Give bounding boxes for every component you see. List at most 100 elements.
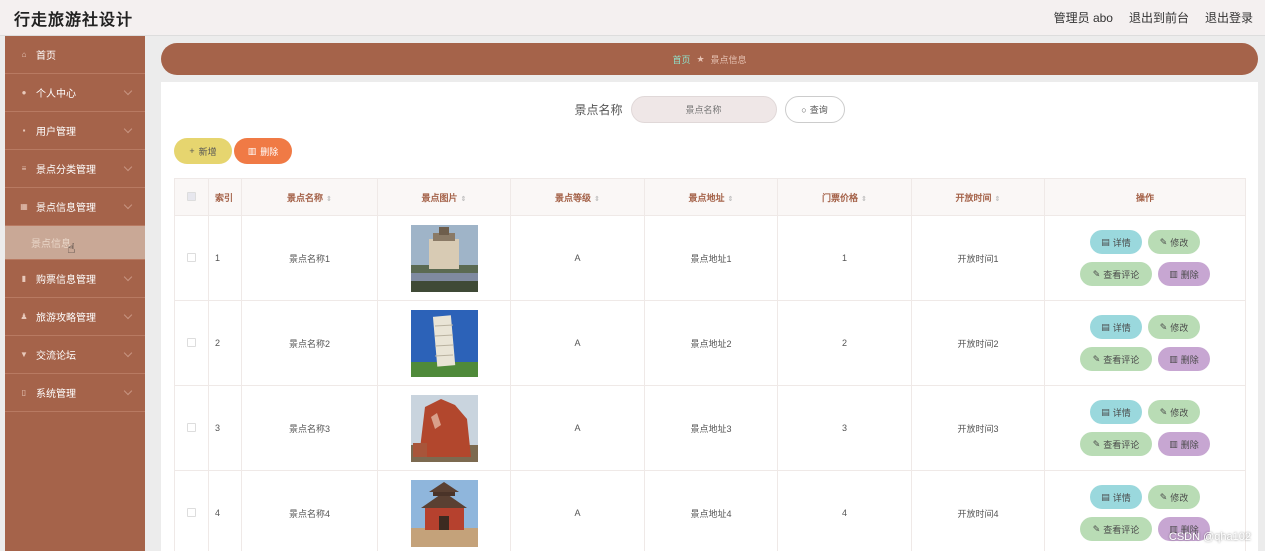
sidebar-item-label: 用户管理 <box>36 127 76 138</box>
top-header: 行走旅游社设计 管理员 abo 退出到前台 退出登录 <box>0 0 1265 36</box>
sidebar-item-guides[interactable]: ♟ 旅游攻略管理 <box>5 298 145 336</box>
view-comments-button[interactable]: ✎ 查看评论 <box>1080 262 1152 286</box>
sidebar-item-label: 旅游攻略管理 <box>36 313 96 324</box>
pencil-icon: ✎ <box>1092 438 1101 449</box>
column-header-image[interactable]: 景点图片 ⇕ <box>377 178 511 216</box>
table-row: 2 景点名称2 A 景点地址2 2 开放时间2 ▤ 详情 ✎ 修改 ✎ 查看评论… <box>174 300 1246 386</box>
sidebar-item-label: 景点信息管理 <box>36 203 96 214</box>
edit-button[interactable]: ✎ 修改 <box>1148 400 1200 424</box>
cell-image <box>377 215 511 301</box>
breadcrumb: 首页 ★ 景点信息 <box>161 43 1258 75</box>
view-comments-button[interactable]: ✎ 查看评论 <box>1080 517 1152 541</box>
detail-button[interactable]: ▤ 详情 <box>1090 485 1142 509</box>
row-checkbox[interactable] <box>174 215 209 301</box>
column-header-name[interactable]: 景点名称 ⇕ <box>241 178 378 216</box>
delete-row-button[interactable]: ▥ 删除 <box>1158 432 1210 456</box>
cell-level: A <box>510 385 645 471</box>
search-button[interactable]: ○ 查询 <box>784 96 845 123</box>
detail-button[interactable]: ▤ 详情 <box>1090 230 1142 254</box>
document-icon: ▤ <box>1101 406 1110 417</box>
add-button[interactable]: + 新增 <box>174 138 232 164</box>
batch-delete-button[interactable]: ▥ 删除 <box>234 138 292 164</box>
edit-button[interactable]: ✎ 修改 <box>1148 230 1200 254</box>
table-header-row: 索引 景点名称 ⇕ 景点图片 ⇕ 景点等级 ⇕ 景点地址 ⇕ 门票价格 ⇕ 开放时间 ⇕ 操… <box>174 178 1246 216</box>
detail-button[interactable]: ▤ 详情 <box>1090 400 1142 424</box>
sidebar-item-categories[interactable]: ≡ 景点分类管理 <box>5 150 145 188</box>
cell-name: 景点名称3 <box>241 385 378 471</box>
cell-name: 景点名称1 <box>241 215 378 301</box>
plus-icon: + <box>189 146 195 156</box>
search-button-label: 查询 <box>809 105 828 115</box>
edit-button[interactable]: ✎ 修改 <box>1148 485 1200 509</box>
hand-cursor-icon: ☝ <box>67 240 76 256</box>
column-header-open-time[interactable]: 开放时间 ⇕ <box>911 178 1045 216</box>
edit-button[interactable]: ✎ 修改 <box>1148 315 1200 339</box>
row-checkbox[interactable] <box>174 300 209 386</box>
sidebar-item-forum[interactable]: ▼ 交流论坛 <box>5 336 145 374</box>
cell-level: A <box>510 215 645 301</box>
breadcrumb-home[interactable]: 首页 <box>672 53 690 66</box>
pencil-icon: ✎ <box>1159 406 1168 417</box>
cell-address: 景点地址4 <box>644 470 778 551</box>
select-all-checkbox[interactable] <box>174 178 209 216</box>
row-checkbox[interactable] <box>174 470 209 551</box>
cell-actions: ▤ 详情 ✎ 修改 ✎ 查看评论 ▥ 删除 <box>1044 300 1246 386</box>
sidebar-item-users[interactable]: ▪ 用户管理 <box>5 112 145 150</box>
sidebar-item-label: 首页 <box>36 51 56 62</box>
view-comments-button[interactable]: ✎ 查看评论 <box>1080 432 1152 456</box>
search-input[interactable] <box>630 96 777 123</box>
add-button-label: 新增 <box>198 146 217 157</box>
trash-icon: ▥ <box>1169 438 1178 449</box>
filter-icon: ▼ <box>20 350 28 359</box>
sidebar-item-home[interactable]: ⌂ 首页 <box>5 36 145 74</box>
watermark: CSDN @qha102 <box>1168 531 1251 543</box>
scenic-table: 索引 景点名称 ⇕ 景点图片 ⇕ 景点等级 ⇕ 景点地址 ⇕ 门票价格 ⇕ 开放时间 ⇕ 操… <box>174 178 1246 551</box>
column-header-level[interactable]: 景点等级 ⇕ <box>510 178 645 216</box>
exit-to-front-link[interactable]: 退出到前台 <box>1129 9 1189 26</box>
sort-icon: ⇕ <box>994 195 1001 203</box>
chevron-down-icon <box>123 200 133 210</box>
cell-level: A <box>510 470 645 551</box>
grid-icon: ▦ <box>20 202 28 211</box>
table-row: 4 景点名称4 A 景点地址4 4 开放时间4 ▤ 详情 ✎ 修改 ✎ 查看评论… <box>174 470 1246 551</box>
cell-index: 1 <box>208 215 242 301</box>
detail-button[interactable]: ▤ 详情 <box>1090 315 1142 339</box>
delete-button-label: 删除 <box>260 146 279 157</box>
sidebar-item-profile[interactable]: ● 个人中心 <box>5 74 145 112</box>
chevron-down-icon <box>123 310 133 320</box>
view-comments-button[interactable]: ✎ 查看评论 <box>1080 347 1152 371</box>
pencil-icon: ✎ <box>1159 491 1168 502</box>
search-icon: ○ <box>801 104 807 115</box>
scenic-image <box>410 394 478 462</box>
document-icon: ▤ <box>1101 491 1110 502</box>
column-header-address[interactable]: 景点地址 ⇕ <box>644 178 778 216</box>
cell-name: 景点名称4 <box>241 470 378 551</box>
pencil-icon: ✎ <box>1159 321 1168 332</box>
cell-price: 1 <box>777 215 912 301</box>
cell-open-time: 开放时间1 <box>911 215 1045 301</box>
delete-row-button[interactable]: ▥ 删除 <box>1158 347 1210 371</box>
sort-icon: ⇕ <box>861 195 867 203</box>
chevron-down-icon <box>123 162 133 172</box>
sidebar-item-scenic-info[interactable]: ▦ 景点信息管理 <box>5 188 145 226</box>
sidebar-item-system[interactable]: ▯ 系统管理 <box>5 374 145 412</box>
row-checkbox[interactable] <box>174 385 209 471</box>
sidebar-subitem-scenic-info[interactable]: 景点信息 ☝ <box>5 226 145 260</box>
cell-index: 3 <box>208 385 242 471</box>
sidebar: ⌂ 首页 ● 个人中心 ▪ 用户管理 ≡ 景点分类管理 ▦ 景点信息管理 景点信… <box>5 36 145 551</box>
admin-user-label[interactable]: 管理员 abo <box>1054 9 1113 26</box>
main-area: 首页 ★ 景点信息 景点名称 ○ 查询 + 新增 ▥ 删除 <box>150 36 1265 551</box>
chevron-down-icon <box>123 386 133 396</box>
cell-address: 景点地址1 <box>644 215 778 301</box>
sidebar-item-label: 景点分类管理 <box>36 165 96 176</box>
pencil-icon: ✎ <box>1092 268 1101 279</box>
column-header-price[interactable]: 门票价格 ⇕ <box>777 178 912 216</box>
sidebar-item-tickets[interactable]: ▮ 购票信息管理 <box>5 260 145 298</box>
delete-row-button[interactable]: ▥ 删除 <box>1158 262 1210 286</box>
logout-link[interactable]: 退出登录 <box>1205 9 1253 26</box>
trash-icon: ▥ <box>247 145 257 156</box>
sidebar-item-label: 个人中心 <box>36 89 76 100</box>
trash-icon: ▥ <box>1169 268 1178 279</box>
cell-image <box>377 385 511 471</box>
header-actions: 管理员 abo 退出到前台 退出登录 <box>1054 9 1253 26</box>
